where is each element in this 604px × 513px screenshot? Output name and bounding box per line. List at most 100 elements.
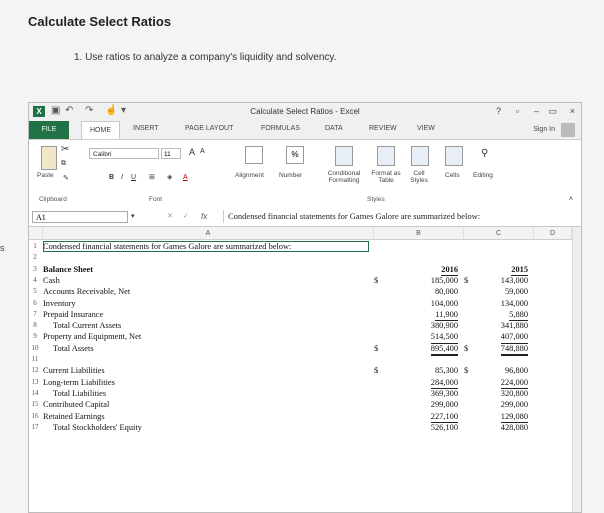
row-number[interactable]: 16 <box>29 411 41 422</box>
avatar[interactable] <box>561 123 575 137</box>
cell-value: 299,000 <box>430 400 458 410</box>
row-number[interactable]: 11 <box>29 354 41 365</box>
cells-button[interactable]: Cells <box>445 172 459 179</box>
font-size-select[interactable]: 11 <box>161 148 181 159</box>
column-header-d[interactable]: D <box>534 227 572 240</box>
cell-label[interactable]: Retained Earnings <box>43 411 363 422</box>
row-number[interactable]: 6 <box>29 298 41 309</box>
table-row: 15 Contributed Capital 299,000 299,000 <box>29 399 581 410</box>
alignment-icon[interactable] <box>245 146 263 164</box>
increase-font-button[interactable]: A <box>189 147 195 157</box>
copy-icon[interactable]: ⧉ <box>61 160 66 168</box>
conditional-formatting-icon[interactable] <box>335 146 353 166</box>
cell-label[interactable]: Inventory <box>43 298 363 309</box>
row-number[interactable]: 17 <box>29 422 41 433</box>
row-number[interactable]: 3 <box>29 264 41 275</box>
cell-label[interactable]: Total Liabilities <box>43 388 373 399</box>
fill-color-icon[interactable]: ◈ <box>167 173 172 181</box>
ribbon-display-button[interactable]: ▫ <box>516 106 519 116</box>
decrease-font-button[interactable]: A <box>200 148 205 155</box>
font-color-button[interactable]: A <box>183 174 188 181</box>
tab-review[interactable]: REVIEW <box>369 125 397 132</box>
cell-label[interactable]: Accounts Receivable, Net <box>43 286 363 297</box>
cell-value: 85,300 <box>434 366 458 376</box>
row-number[interactable]: 12 <box>29 365 41 376</box>
format-painter-icon[interactable]: ✎ <box>63 174 69 182</box>
bold-button[interactable]: B <box>109 174 114 181</box>
binoculars-icon[interactable]: ⚲ <box>481 148 488 159</box>
column-header-b[interactable]: B <box>374 227 464 240</box>
number-button[interactable]: Number <box>279 172 302 179</box>
cell-label[interactable]: Cash <box>43 275 363 286</box>
column-header-a[interactable]: A <box>43 227 374 240</box>
tab-formulas[interactable]: FORMULAS <box>261 125 300 132</box>
font-name-select[interactable]: Calibri <box>89 148 159 159</box>
active-cell-selection <box>43 241 369 252</box>
editing-button[interactable]: Editing <box>473 172 493 179</box>
table-row: 13 Long-term Liabilities 284,000 224,000 <box>29 377 581 389</box>
tab-home[interactable]: HOME <box>81 121 120 140</box>
cut-icon[interactable]: ✂ <box>61 144 69 155</box>
row-number[interactable]: 4 <box>29 275 41 286</box>
format-as-table-icon[interactable] <box>377 146 395 166</box>
name-box[interactable]: A1 <box>32 211 128 223</box>
cancel-icon[interactable]: ✕ <box>167 212 173 220</box>
row-number[interactable]: 10 <box>29 343 41 354</box>
row-number[interactable]: 13 <box>29 377 41 388</box>
cell-styles-button[interactable]: Cell Styles <box>404 170 434 184</box>
collapse-ribbon-icon[interactable]: ˄ <box>569 196 573 203</box>
percent-icon[interactable]: % <box>286 146 304 164</box>
cell-styles-icon[interactable] <box>411 146 429 166</box>
tab-view[interactable]: VIEW <box>417 125 435 132</box>
cell-label[interactable]: Prepaid Insurance <box>43 309 363 320</box>
currency-symbol: $ <box>464 275 469 285</box>
row-number[interactable]: 8 <box>29 320 41 331</box>
cells-icon[interactable] <box>445 146 463 166</box>
minimize-button[interactable]: – <box>534 106 539 116</box>
instruction-text: 1. Use ratios to analyze a company's liq… <box>74 52 337 63</box>
row-number[interactable]: 5 <box>29 286 41 297</box>
conditional-formatting-button[interactable]: Conditional Formatting <box>318 170 370 184</box>
row-number[interactable]: 9 <box>29 331 41 342</box>
row-number[interactable]: 2 <box>29 252 41 263</box>
maximize-button[interactable]: ▭ <box>548 106 557 117</box>
tab-file[interactable]: FILE <box>29 121 69 139</box>
tab-data[interactable]: DATA <box>325 125 343 132</box>
row-number[interactable]: 14 <box>29 388 41 399</box>
cell-label[interactable]: Long-term Liabilities <box>43 377 363 388</box>
title-bar: X ▣ ↶ ↷ ☝ ▾ Calculate Select Ratios - Ex… <box>29 103 581 121</box>
paste-icon[interactable] <box>41 146 57 170</box>
tab-insert[interactable]: INSERT <box>133 125 159 132</box>
cell-label[interactable]: Contributed Capital <box>43 399 363 410</box>
name-box-dropdown-icon[interactable]: ▾ <box>131 212 135 220</box>
cell-value: 143,000 <box>500 275 528 285</box>
close-button[interactable]: × <box>570 106 575 116</box>
vertical-scrollbar[interactable] <box>572 227 581 512</box>
insert-function-button[interactable]: fx <box>201 212 207 221</box>
paste-button[interactable]: Paste <box>37 172 54 179</box>
sign-in-link[interactable]: Sign In <box>533 126 555 133</box>
formula-input[interactable]: Condensed financial statements for Games… <box>223 210 569 223</box>
row-number[interactable]: 15 <box>29 399 41 410</box>
row-number[interactable]: 1 <box>29 241 41 252</box>
format-as-table-button[interactable]: Format as Table <box>367 170 405 184</box>
underline-button[interactable]: U <box>131 174 136 181</box>
row-number[interactable]: 7 <box>29 309 41 320</box>
italic-button[interactable]: I <box>121 174 123 181</box>
cell-label[interactable]: Total Assets <box>43 343 373 354</box>
help-button[interactable]: ? <box>496 106 501 116</box>
ribbon-tabs: FILE HOME INSERT PAGE LAYOUT FORMULAS DA… <box>29 121 581 140</box>
cell-label[interactable]: Total Current Assets <box>43 320 373 331</box>
currency-symbol: $ <box>464 366 469 376</box>
cell-label[interactable]: Balance Sheet <box>43 264 363 275</box>
cell-label[interactable]: Property and Equipment, Net <box>43 331 363 342</box>
cell-label[interactable]: Current Liabilities <box>43 365 363 376</box>
select-all-corner[interactable] <box>29 227 43 240</box>
column-header-c[interactable]: C <box>464 227 534 240</box>
enter-icon[interactable]: ✓ <box>183 212 189 220</box>
tab-page-layout[interactable]: PAGE LAYOUT <box>185 125 233 132</box>
styles-group-label: Styles <box>367 196 385 203</box>
alignment-button[interactable]: Alignment <box>235 172 264 179</box>
borders-icon[interactable]: ⊞ <box>149 173 155 181</box>
cell-label[interactable]: Total Stockholders' Equity <box>43 422 373 433</box>
